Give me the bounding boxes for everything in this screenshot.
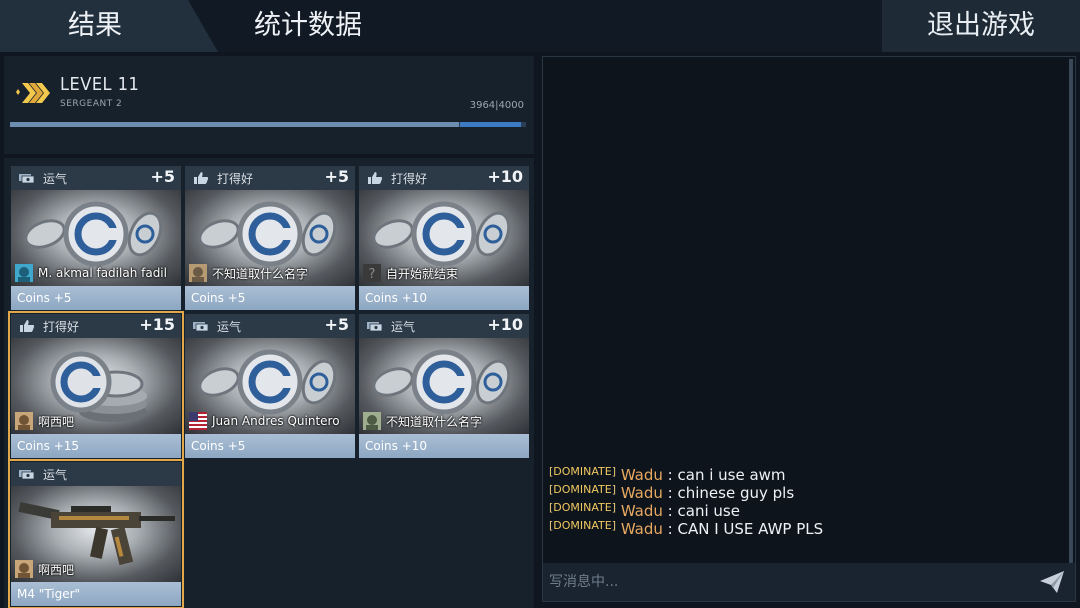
player-avatar: [15, 412, 33, 430]
level-panel: LEVEL 11 SERGEANT 2 3964|4000: [4, 56, 534, 154]
xp-progress-bar: [10, 122, 526, 127]
card-reward: Coins +10: [359, 286, 529, 310]
card-header: 运气 +5: [11, 166, 181, 190]
player-name: 啊西吧: [38, 414, 75, 429]
unknown-avatar: ?: [363, 264, 381, 282]
card-image: 啊西吧: [11, 338, 181, 434]
chat-separator: :: [662, 520, 678, 538]
card-bonus: +15: [139, 315, 175, 334]
reward-card[interactable]: 运气 +5 M. akmal fadilah fadil Coins +5: [11, 166, 181, 310]
chat-log: [DOMINATE] Wadu : can i use awm [DOMINATE…: [549, 463, 1049, 538]
chat-tag: [DOMINATE]: [549, 465, 617, 478]
chat-tag: [DOMINATE]: [549, 483, 617, 496]
card-header: 打得好 +5: [185, 166, 355, 190]
chat-input-bar: [543, 563, 1075, 601]
tab-stats[interactable]: 统计数据: [218, 0, 398, 52]
card-bonus: +5: [150, 167, 175, 186]
card-category: 打得好: [43, 320, 80, 334]
player-name: 啊西吧: [38, 562, 75, 577]
tab-results[interactable]: 结果: [0, 0, 190, 52]
card-category: 打得好: [391, 172, 428, 186]
player-avatar: [189, 264, 207, 282]
xp-progress-gain: [460, 122, 521, 127]
rank-chevron-icon: [16, 83, 50, 103]
card-image: 不知道取什么名字: [185, 190, 355, 286]
chat-message: [DOMINATE] Wadu : CAN I USE AWP PLS: [549, 517, 1049, 538]
card-reward: Coins +5: [11, 286, 181, 310]
card-bonus: +10: [487, 167, 523, 186]
reward-card[interactable]: 运气啊西吧 M4 "Tiger": [8, 459, 184, 608]
player-name: 自开始就结束: [386, 266, 459, 281]
chat-tag: [DOMINATE]: [549, 501, 617, 514]
card-image: M. akmal fadilah fadil: [11, 190, 181, 286]
player-avatar: [363, 412, 381, 430]
card-image: ? 自开始就结束: [359, 190, 529, 286]
card-player: M. akmal fadilah fadil: [15, 264, 167, 282]
chat-tag: [DOMINATE]: [549, 519, 617, 532]
card-bonus: +5: [324, 315, 349, 334]
card-reward: Coins +15: [11, 434, 181, 458]
player-name: M. akmal fadilah fadil: [38, 266, 167, 280]
card-player: 不知道取什么名字: [363, 412, 482, 430]
reward-card[interactable]: 打得好 +15 啊西吧 Coins +15: [8, 311, 184, 461]
card-reward: Coins +5: [185, 434, 355, 458]
level-title: LEVEL 11: [60, 74, 140, 95]
player-avatar: [15, 560, 33, 578]
card-player: Juan Andres Quintero: [189, 412, 340, 430]
card-image: Juan Andres Quintero: [185, 338, 355, 434]
chat-message: [DOMINATE] Wadu : chinese guy pls: [549, 481, 1049, 502]
chat-message: [DOMINATE] Wadu : can i use awm: [549, 463, 1049, 484]
card-player: 啊西吧: [15, 560, 74, 578]
card-category: 运气: [43, 172, 68, 186]
player-avatar: [15, 264, 33, 282]
player-name: Juan Andres Quintero: [212, 414, 340, 428]
chat-panel: [DOMINATE] Wadu : can i use awm [DOMINATE…: [542, 56, 1076, 602]
chat-input[interactable]: [543, 563, 1033, 601]
chat-text: CAN I USE AWP PLS: [677, 520, 824, 538]
card-reward: M4 "Tiger": [11, 582, 181, 606]
chat-user: Wadu: [620, 520, 663, 538]
card-image: 啊西吧: [11, 486, 181, 582]
card-reward: Coins +5: [185, 286, 355, 310]
rank-name: SERGEANT 2: [60, 99, 123, 109]
reward-card[interactable]: 运气 +5 Juan Andres Quintero Coins +5: [185, 314, 355, 458]
chat-scrollbar[interactable]: [1069, 59, 1073, 563]
us-flag-avatar: [189, 412, 207, 430]
player-name: 不知道取什么名字: [212, 266, 309, 281]
card-header: 运气 +10: [359, 314, 529, 338]
card-player: ? 自开始就结束: [363, 264, 458, 282]
card-player: 不知道取什么名字: [189, 264, 308, 282]
card-header: 打得好 +15: [11, 314, 181, 338]
reward-card[interactable]: 运气 +10 不知道取什么名字 Coins +10: [359, 314, 529, 458]
xp-progress-fill: [10, 122, 459, 127]
card-bonus: +10: [487, 315, 523, 334]
reward-cards-panel: 运气 +5 M. akmal fadilah fadil Coins +5 打得好 +5 不…: [4, 158, 534, 608]
reward-card[interactable]: 打得好 +10? 自开始就结束 Coins +10: [359, 166, 529, 310]
player-name: 不知道取什么名字: [386, 414, 483, 429]
card-header: 运气 +5: [185, 314, 355, 338]
exit-game-button[interactable]: 退出游戏: [882, 0, 1080, 52]
card-header: 运气: [11, 462, 181, 486]
card-image: 不知道取什么名字: [359, 338, 529, 434]
card-reward: Coins +10: [359, 434, 529, 458]
card-bonus: +5: [324, 167, 349, 186]
xp-text: 3964|4000: [469, 100, 524, 111]
reward-card[interactable]: 打得好 +5 不知道取什么名字 Coins +5: [185, 166, 355, 310]
card-category: 运气: [391, 320, 416, 334]
card-category: 运气: [217, 320, 242, 334]
top-bar: 结果 统计数据 退出游戏: [0, 0, 1080, 52]
card-category: 运气: [43, 468, 68, 482]
card-category: 打得好: [217, 172, 254, 186]
card-player: 啊西吧: [15, 412, 74, 430]
chat-message: [DOMINATE] Wadu : cani use: [549, 499, 1049, 520]
card-header: 打得好 +10: [359, 166, 529, 190]
send-icon[interactable]: [1039, 570, 1065, 594]
svg-text:?: ?: [369, 267, 376, 282]
